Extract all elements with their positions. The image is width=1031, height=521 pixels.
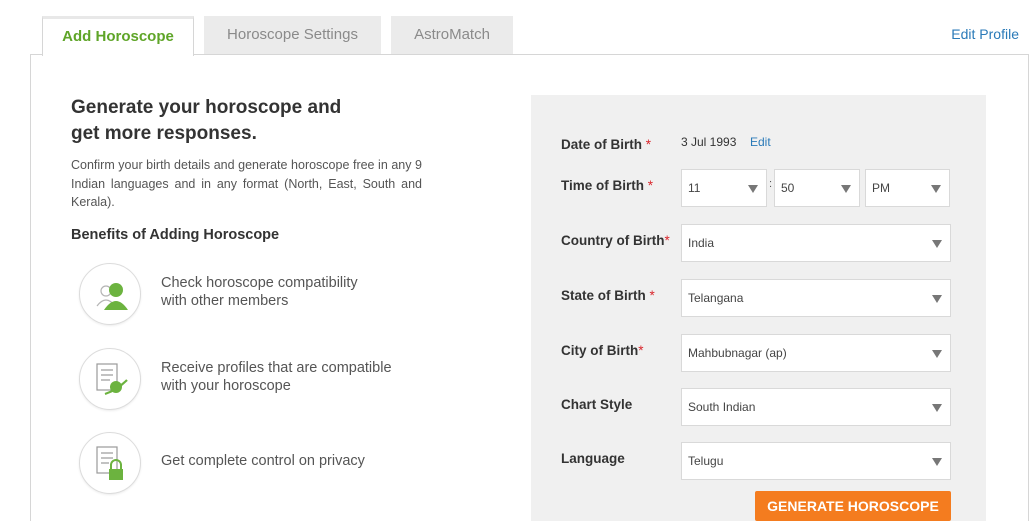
- edit-profile-link[interactable]: Edit Profile: [951, 26, 1019, 42]
- content-panel: [30, 54, 1029, 521]
- tab-horoscope-settings[interactable]: Horoscope Settings: [204, 16, 381, 54]
- tab-astromatch[interactable]: AstroMatch: [391, 16, 513, 54]
- tab-add-horoscope[interactable]: Add Horoscope: [42, 16, 194, 56]
